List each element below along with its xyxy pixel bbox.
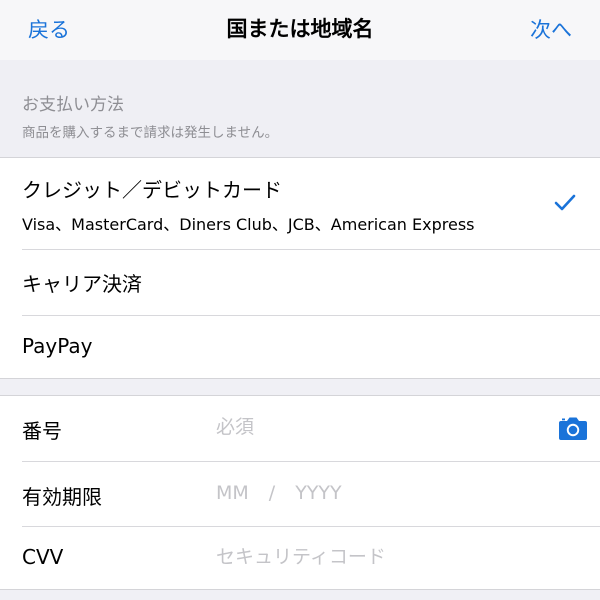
payment-option-sublabel: Visa、MasterCard、Diners Club、JCB、American… <box>22 215 475 234</box>
card-number-row: 番号 <box>0 396 600 461</box>
payment-option-paypay[interactable]: PayPay <box>0 316 600 380</box>
cvv-input[interactable] <box>216 542 546 572</box>
payment-option-label: クレジット／デビットカード <box>22 178 282 202</box>
card-details-form: 番号 有効期限 MM / YYYY CVV <box>0 395 600 590</box>
payment-option-carrier[interactable]: キャリア決済 <box>0 250 600 315</box>
payment-section-header: お支払い方法 商品を購入するまで請求は発生しません。 <box>0 60 600 157</box>
payment-option-label: キャリア決済 <box>22 272 142 296</box>
payment-option-label: PayPay <box>22 334 93 358</box>
section-subtitle: 商品を購入するまで請求は発生しません。 <box>22 125 279 141</box>
expiry-month-placeholder: MM <box>216 482 249 504</box>
expiry-separator: / <box>268 482 276 504</box>
payment-method-list: クレジット／デビットカード Visa、MasterCard、Diners Clu… <box>0 157 600 379</box>
cvv-row: CVV <box>0 527 600 591</box>
expiry-row: 有効期限 MM / YYYY <box>0 462 600 526</box>
expiry-label: 有効期限 <box>22 485 102 509</box>
navigation-bar: 戻る 国または地域名 次へ <box>0 0 600 60</box>
next-button[interactable]: 次へ <box>530 14 572 44</box>
card-number-input[interactable] <box>216 412 526 442</box>
card-number-label: 番号 <box>22 419 62 443</box>
expiry-year-placeholder: YYYY <box>295 482 342 504</box>
cvv-label: CVV <box>22 545 64 569</box>
checkmark-icon <box>554 194 576 211</box>
section-title: お支払い方法 <box>22 95 124 115</box>
payment-option-card[interactable]: クレジット／デビットカード Visa、MasterCard、Diners Clu… <box>0 158 600 249</box>
camera-icon[interactable] <box>558 415 588 441</box>
expiry-input[interactable]: MM / YYYY <box>216 482 342 504</box>
page-title: 国または地域名 <box>226 17 374 41</box>
